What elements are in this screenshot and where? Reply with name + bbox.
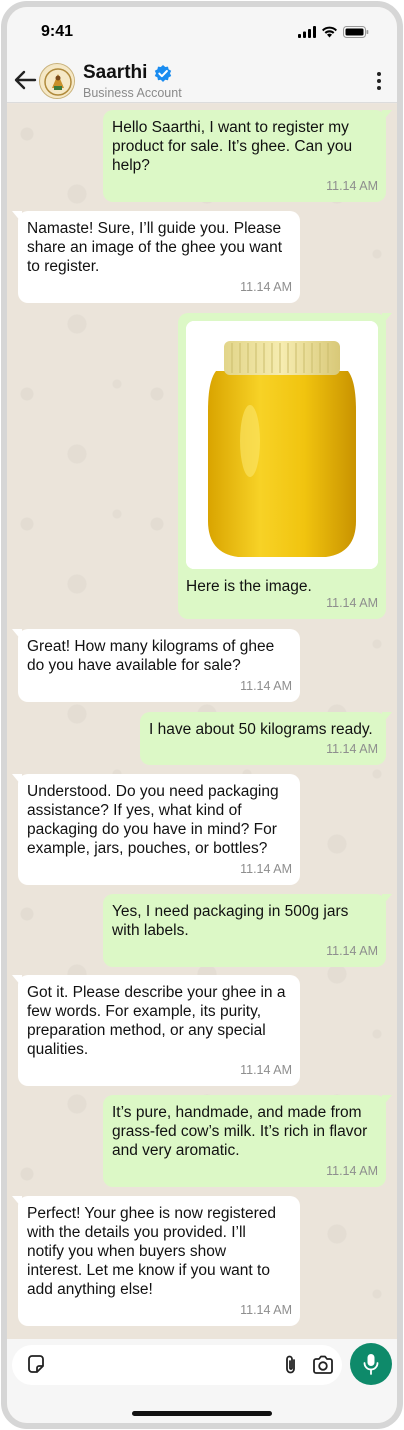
message-time: 11.14 AM xyxy=(326,596,378,610)
message-outgoing[interactable]: I have about 50 kilograms ready. 11.14 A… xyxy=(140,712,392,765)
message-outgoing-image[interactable]: Here is the image. 11.14 AM xyxy=(178,313,392,619)
saarthi-logo-icon xyxy=(41,65,74,98)
bubble-tail xyxy=(382,313,392,325)
message-incoming[interactable]: Got it. Please describe your ghee in a f… xyxy=(12,975,300,1086)
sticker-icon[interactable] xyxy=(26,1355,46,1375)
message-text: Namaste! Sure, I’ll guide you. Please sh… xyxy=(27,220,283,275)
message-incoming[interactable]: Understood. Do you need packaging assist… xyxy=(12,774,300,885)
bubble-tail xyxy=(12,774,22,786)
bubble-tail xyxy=(12,1196,22,1208)
bubble-tail xyxy=(12,629,22,641)
message-input-container[interactable] xyxy=(12,1345,342,1385)
bubble-tail xyxy=(382,1095,392,1107)
contact-name[interactable]: Saarthi xyxy=(83,62,147,84)
more-vertical-icon[interactable] xyxy=(375,71,383,91)
ghee-jar-image xyxy=(186,321,378,569)
message-time: 11.14 AM xyxy=(240,679,292,693)
home-indicator-area xyxy=(7,1391,397,1423)
wifi-icon xyxy=(322,26,337,38)
message-outgoing[interactable]: Yes, I need packaging in 500g jars with … xyxy=(103,894,392,967)
message-outgoing[interactable]: It’s pure, handmade, and made from grass… xyxy=(103,1095,392,1187)
message-time: 11.14 AM xyxy=(326,1164,378,1178)
status-bar: 9:41 xyxy=(7,7,397,57)
attachment-icon[interactable] xyxy=(284,1354,298,1376)
message-outgoing[interactable]: Hello Saarthi, I want to register my pro… xyxy=(103,110,392,202)
message-time: 11.14 AM xyxy=(240,280,292,294)
battery-icon xyxy=(343,26,369,38)
status-icons xyxy=(298,26,369,38)
camera-icon[interactable] xyxy=(312,1355,334,1375)
bubble-tail xyxy=(382,894,392,906)
message-text: Understood. Do you need packaging assist… xyxy=(27,783,279,857)
message-time: 11.14 AM xyxy=(326,179,378,193)
message-input[interactable] xyxy=(58,1355,278,1375)
message-incoming[interactable]: Great! How many kilograms of ghee do you… xyxy=(12,629,300,702)
message-time: 11.14 AM xyxy=(326,742,378,756)
cellular-icon xyxy=(298,26,316,38)
message-text: It’s pure, handmade, and made from grass… xyxy=(112,1104,368,1159)
status-time: 9:41 xyxy=(41,23,74,40)
bubble-tail xyxy=(12,211,22,223)
message-text: Perfect! Your ghee is now registered wit… xyxy=(27,1205,277,1298)
message-time: 11.14 AM xyxy=(240,1063,292,1077)
phone-frame: 9:41 Saarthi Business Account Hello Saar… xyxy=(1,1,403,1429)
message-text: Hello Saarthi, I want to register my pro… xyxy=(112,119,353,174)
message-incoming[interactable]: Namaste! Sure, I’ll guide you. Please sh… xyxy=(12,211,300,303)
message-time: 11.14 AM xyxy=(326,944,378,958)
message-text: Yes, I need packaging in 500g jars with … xyxy=(112,903,349,939)
home-indicator[interactable] xyxy=(132,1411,272,1416)
verified-badge-icon xyxy=(154,65,172,82)
avatar[interactable] xyxy=(39,63,75,99)
message-incoming[interactable]: Perfect! Your ghee is now registered wit… xyxy=(12,1196,300,1326)
message-time: 11.14 AM xyxy=(240,1303,292,1317)
chat-header: Saarthi Business Account xyxy=(7,57,397,103)
composer-bar xyxy=(7,1339,397,1391)
bubble-tail xyxy=(382,110,392,122)
bubble-tail xyxy=(12,975,22,987)
bubble-tail xyxy=(382,712,392,724)
ghee-jar-photo[interactable] xyxy=(186,321,378,569)
chat-area[interactable]: Hello Saarthi, I want to register my pro… xyxy=(7,104,397,1339)
message-text: Great! How many kilograms of ghee do you… xyxy=(27,638,275,674)
message-text: Got it. Please describe your ghee in a f… xyxy=(27,984,286,1058)
back-arrow-icon[interactable] xyxy=(13,69,37,91)
message-text: I have about 50 kilograms ready. xyxy=(149,721,373,738)
message-text: Here is the image. xyxy=(186,578,312,595)
message-time: 11.14 AM xyxy=(240,862,292,876)
contact-subtitle: Business Account xyxy=(83,86,182,100)
microphone-button[interactable] xyxy=(350,1343,392,1385)
microphone-icon xyxy=(363,1354,379,1375)
